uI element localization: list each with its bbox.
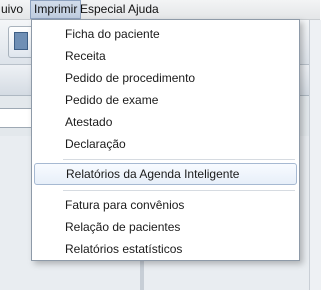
menu-arquivo[interactable]: uivo: [0, 0, 26, 19]
menu-item-receita[interactable]: Receita: [34, 45, 297, 67]
menu-item-ficha-do-paciente[interactable]: Ficha do paciente: [34, 23, 297, 45]
document-icon: [14, 32, 28, 50]
menu-item-relatorios-estatisticos[interactable]: Relatórios estatísticos: [34, 238, 297, 260]
menu-item-fatura-para-convenios[interactable]: Fatura para convênios: [34, 194, 297, 216]
menu-bar: uivo Imprimir Especial Ajuda: [0, 0, 320, 20]
menu-item-relacao-de-pacientes[interactable]: Relação de pacientes: [34, 216, 297, 238]
menu-separator: [63, 190, 295, 191]
menu-imprimir[interactable]: Imprimir: [30, 0, 82, 19]
menu-item-declaracao[interactable]: Declaração: [34, 133, 297, 155]
imprimir-dropdown-menu: Ficha do paciente Receita Pedido de proc…: [31, 19, 300, 261]
window-right-edge: [309, 20, 321, 290]
menu-ajuda[interactable]: Ajuda: [125, 0, 162, 19]
menu-item-relatorios-agenda-inteligente[interactable]: Relatórios da Agenda Inteligente: [34, 163, 297, 185]
menu-item-pedido-de-exame[interactable]: Pedido de exame: [34, 89, 297, 111]
menu-item-pedido-de-procedimento[interactable]: Pedido de procedimento: [34, 67, 297, 89]
menu-especial[interactable]: Especial: [77, 0, 128, 19]
menu-item-atestado[interactable]: Atestado: [34, 111, 297, 133]
menu-separator: [63, 159, 295, 160]
